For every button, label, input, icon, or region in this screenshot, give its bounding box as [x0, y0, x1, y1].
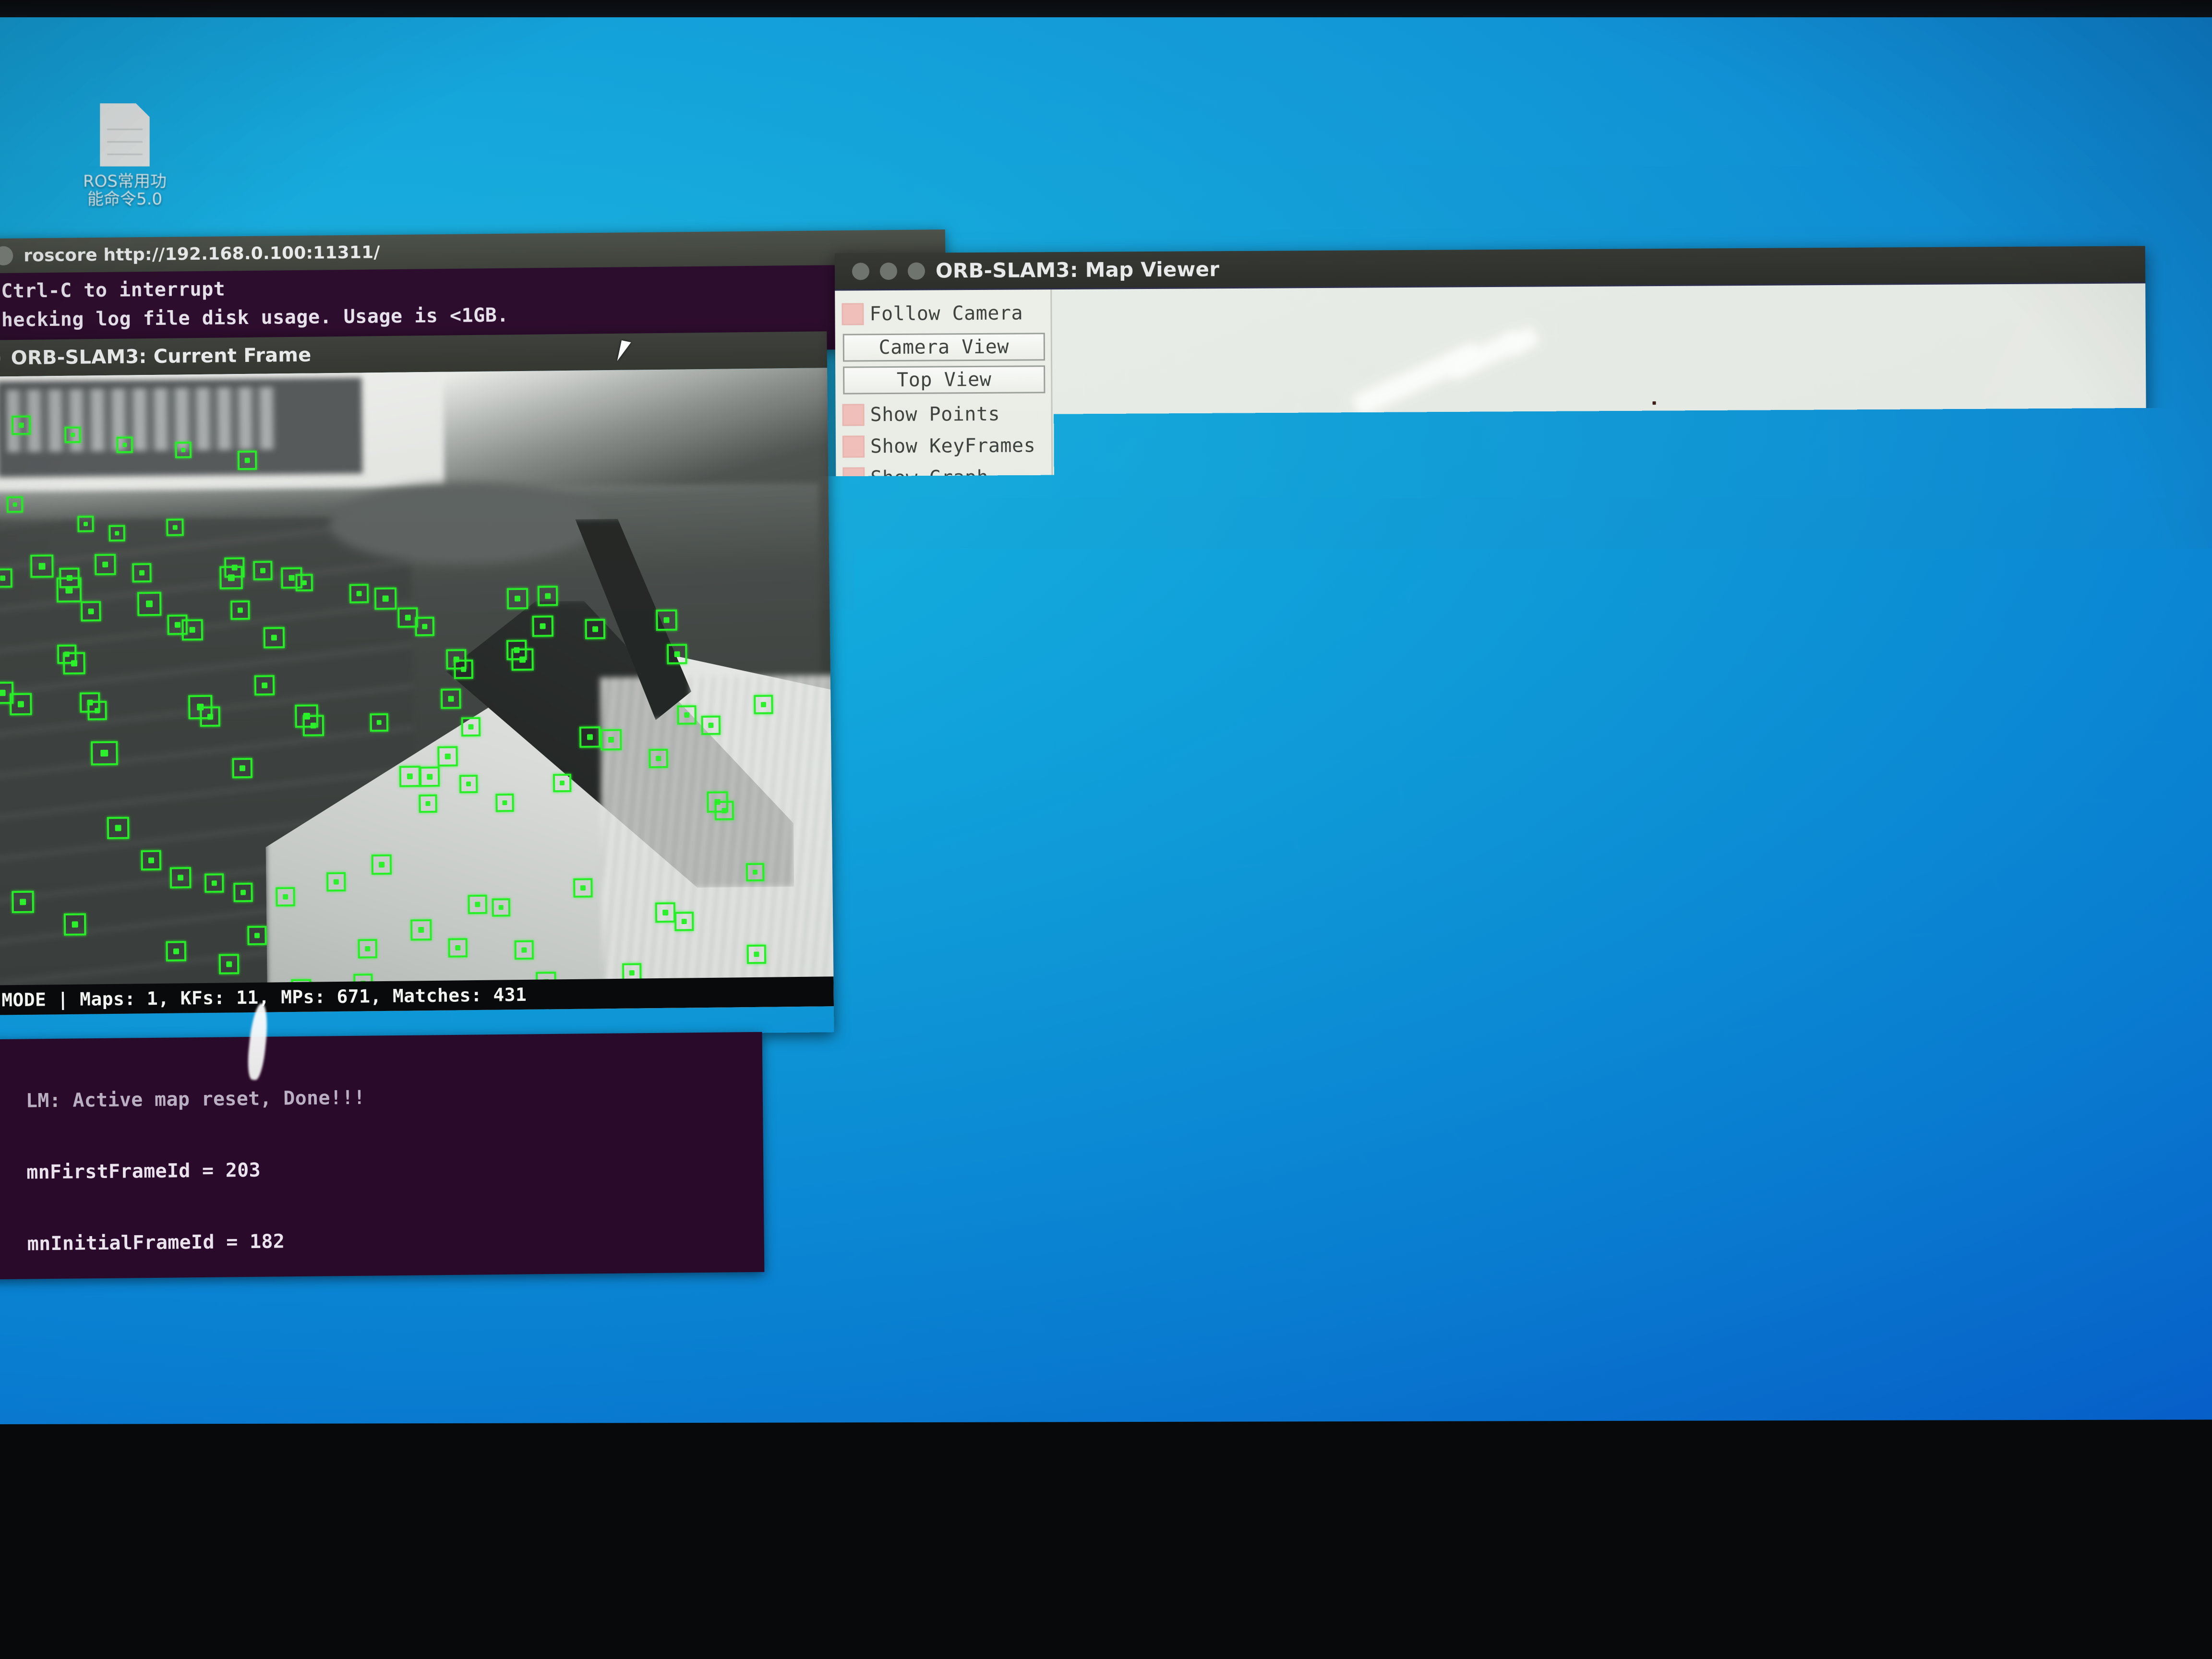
checkbox-label: Show Graph	[870, 467, 988, 489]
roscore-title-text: roscore http://192.168.0.100:11311/	[24, 242, 380, 265]
checkbox-icon[interactable]	[842, 404, 865, 426]
slam-log-output: LM: Active map reset, Done!!! mnFirstFra…	[0, 1032, 764, 1280]
checkbox-label: Localization Mode	[871, 529, 1071, 553]
watermark: CSDN @镜澈须臾	[2003, 1604, 2188, 1636]
screen-reflection-overlay	[1052, 283, 2151, 1327]
current-frame-title-text: ORB-SLAM3: Current Frame	[11, 344, 312, 370]
key-f8[interactable]: F8	[211, 1481, 240, 1505]
slam-log-line-2: mnInitialFrameId = 182	[27, 1225, 764, 1256]
key-f9[interactable]: F9	[364, 1494, 394, 1519]
desktop-icon-label-line1: ROS常用功	[67, 172, 182, 191]
top-view-button[interactable]: Top View	[843, 365, 1045, 394]
maximize-icon[interactable]	[908, 262, 925, 279]
desktop-icon-label-line2: 能命令5.0	[67, 190, 182, 209]
camera-axis-icon	[1686, 804, 1696, 815]
minimize-icon[interactable]	[880, 262, 897, 279]
checkbox-show-inertial-graph[interactable]: Show Inertial Graph	[843, 493, 1048, 526]
map-viewer-body: Follow Camera Camera View Top View Show …	[835, 283, 2151, 1328]
checkbox-show-graph[interactable]: Show Graph	[842, 461, 1047, 494]
checkbox-follow-camera[interactable]: Follow Camera	[842, 297, 1046, 330]
photo-scene: ROS常用功 能命令5.0 roscore http://192.168.0.1…	[0, 0, 2212, 1659]
camera-view-button[interactable]: Camera View	[843, 333, 1045, 361]
minimize-icon[interactable]	[0, 246, 13, 265]
map-viewer-title-text: ORB-SLAM3: Map Viewer	[936, 257, 1219, 282]
checkbox-localization-mode[interactable]: Localization Mode	[843, 525, 1048, 557]
slam-log-line-1: mnFirstFrameId = 203	[26, 1154, 763, 1185]
monitor-top-edge	[0, 0, 2212, 17]
reflection-glare	[1428, 623, 1554, 830]
map-viewer-control-panel: Follow Camera Camera View Top View Show …	[835, 289, 1058, 1328]
checkbox-show-points[interactable]: Show Points	[842, 398, 1047, 431]
checkbox-icon[interactable]	[843, 499, 865, 521]
reset-button[interactable]: Reset	[844, 560, 1046, 589]
checkbox-show-keyframes[interactable]: Show KeyFrames	[842, 430, 1047, 462]
checkbox-icon[interactable]	[843, 599, 866, 621]
desktop-icon-ros[interactable]: ROS常用功 能命令5.0	[67, 103, 182, 209]
checkbox-icon[interactable]	[843, 530, 865, 553]
checkbox-icon[interactable]	[842, 303, 864, 325]
map-viewer-titlebar[interactable]: ORB-SLAM3: Map Viewer	[835, 246, 2145, 290]
checkbox-label: Show KeyFrames	[870, 434, 1035, 457]
key-f7[interactable]: F7	[62, 1467, 92, 1491]
checkbox-label: Show Points	[870, 403, 1000, 426]
slam-log-line-0: LM: Active map reset, Done!!!	[26, 1082, 763, 1113]
checkbox-label: Step By Step	[871, 598, 1013, 621]
checkbox-icon[interactable]	[842, 435, 865, 457]
reflection-glare	[1389, 479, 1591, 638]
current-frame-image: SLAM MODE | Maps: 1, KFs: 11, MPs: 671, …	[0, 368, 834, 1015]
slam-log-terminal[interactable]: LM: Active map reset, Done!!! mnFirstFra…	[0, 1032, 764, 1280]
map-viewer-window[interactable]: ORB-SLAM3: Map Viewer Follow Camera Came…	[835, 246, 2151, 1328]
map-viewer-3d-canvas[interactable]	[1052, 283, 2151, 1327]
checkbox-icon[interactable]	[842, 467, 865, 489]
file-icon	[100, 103, 150, 167]
checkbox-label: Follow Camera	[869, 302, 1023, 325]
close-icon[interactable]	[852, 263, 869, 280]
camera-axis-icon	[1713, 804, 1722, 816]
current-frame-window[interactable]: ORB-SLAM3: Current Frame SLAM MODE | Map…	[0, 331, 834, 1041]
step-button[interactable]: Step	[844, 628, 1046, 657]
checkbox-step-by-step[interactable]: Step By Step	[843, 593, 1048, 625]
